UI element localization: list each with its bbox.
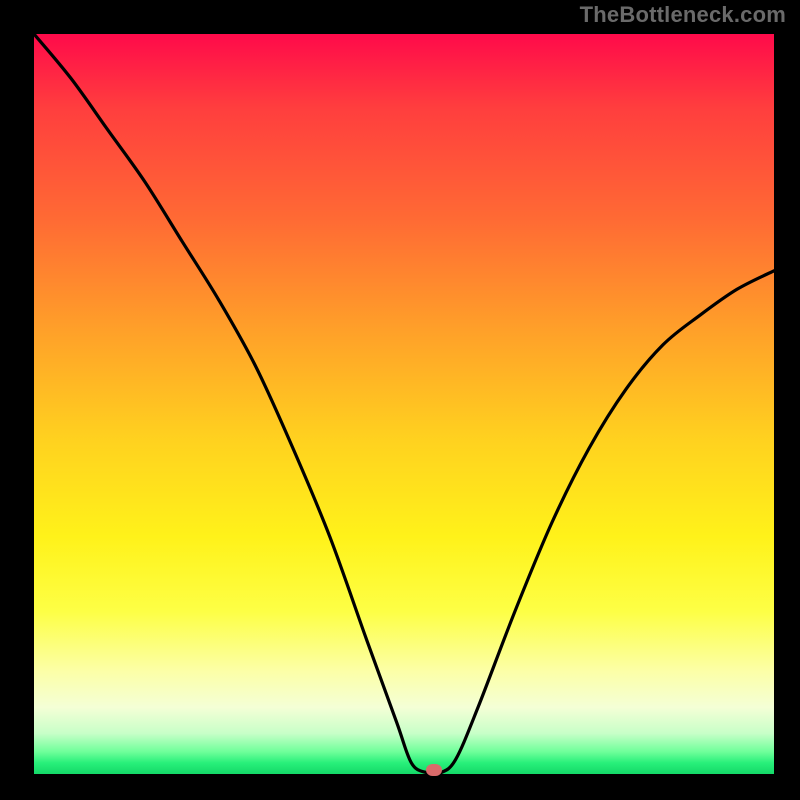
plot-area xyxy=(34,34,774,774)
optimum-marker xyxy=(426,764,442,776)
watermark-text: TheBottleneck.com xyxy=(580,2,786,28)
bottleneck-curve xyxy=(34,34,774,774)
chart-frame: TheBottleneck.com xyxy=(0,0,800,800)
